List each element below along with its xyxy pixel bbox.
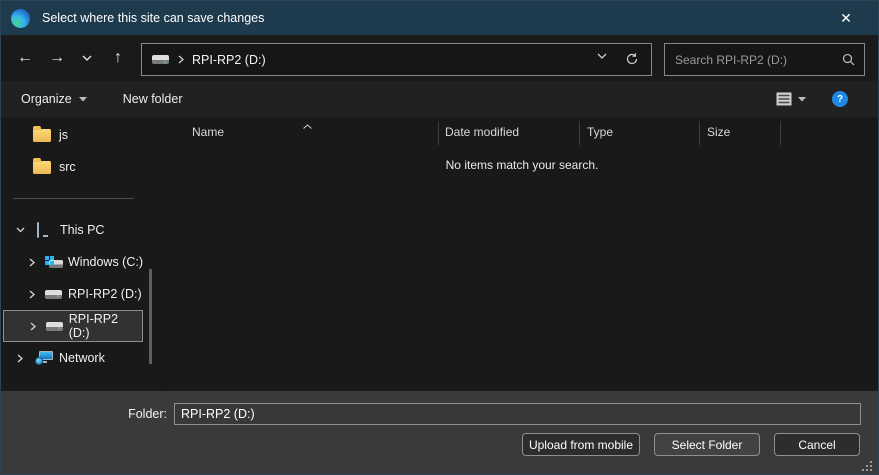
sidebar-item-src[interactable]: src [1,151,147,183]
resize-grip[interactable] [862,461,872,471]
sidebar-item-label: Network [59,351,105,365]
address-dropdown-icon[interactable] [597,53,607,59]
sidebar-item-windows-c[interactable]: Windows (C:) [1,246,147,278]
select-folder-button[interactable]: Select Folder [654,433,760,456]
file-list-pane: Name Date modified Type Size No items ma… [162,117,878,391]
network-icon [35,351,53,365]
sidebar-item-js[interactable]: js [1,119,147,151]
new-folder-label: New folder [123,92,183,106]
drive-icon [152,55,169,64]
windows-drive-icon [45,256,63,269]
new-folder-button[interactable]: New folder [123,92,183,106]
column-divider[interactable] [780,121,781,145]
recent-locations-chevron-icon[interactable] [77,46,97,70]
sidebar-item-label: js [59,128,68,142]
file-dialog-window: Select where this site can save changes … [0,0,879,475]
organize-menu[interactable]: Organize [21,92,87,106]
sidebar-item-rpi-rp2-selected[interactable]: RPI-RP2 (D:) [3,310,143,342]
chevron-right-icon[interactable] [28,322,38,331]
sort-ascending-icon [303,118,312,132]
cancel-button[interactable]: Cancel [774,433,860,456]
breadcrumb[interactable]: RPI-RP2 (D:) [192,53,266,67]
column-divider[interactable] [438,121,439,145]
folder-icon [33,161,51,174]
drive-icon [45,290,62,299]
folder-name-input[interactable] [174,403,861,425]
sidebar-item-rpi-rp2[interactable]: RPI-RP2 (D:) [1,278,147,310]
empty-results-message: No items match your search. [163,158,879,172]
edge-logo-icon [11,9,30,28]
sidebar-item-label: src [59,160,76,174]
upload-from-mobile-button[interactable]: Upload from mobile [522,433,640,456]
column-header-type[interactable]: Type [587,125,613,139]
close-button[interactable]: ✕ [831,1,861,35]
back-icon[interactable]: ← [13,46,37,70]
organize-dropdown-icon [79,97,87,102]
column-header-date-modified[interactable]: Date modified [445,125,519,139]
dialog-title: Select where this site can save changes [42,11,264,25]
column-divider[interactable] [579,121,580,145]
search-icon [842,53,855,66]
column-header-size[interactable]: Size [707,125,730,139]
sidebar-divider [13,198,134,199]
drive-icon [46,322,63,331]
sidebar-item-label: Windows (C:) [68,255,143,269]
sidebar-item-this-pc[interactable]: This PC [1,214,147,246]
chevron-right-icon[interactable] [27,290,37,299]
up-icon[interactable]: ↑ [106,46,130,70]
sidebar-item-label: RPI-RP2 (D:) [69,312,142,340]
command-toolbar: Organize New folder ? [1,81,878,117]
sidebar-item-label: RPI-RP2 (D:) [68,287,142,301]
address-bar[interactable]: RPI-RP2 (D:) [141,43,652,76]
breadcrumb-chevron-icon [178,55,184,64]
help-button[interactable]: ? [832,91,848,107]
chevron-right-icon[interactable] [27,258,37,267]
refresh-icon[interactable] [625,52,639,66]
title-bar: Select where this site can save changes … [1,1,878,35]
forward-icon[interactable]: → [45,46,69,70]
organize-label: Organize [21,92,72,106]
sidebar-item-label: This PC [60,223,104,237]
chevron-right-icon[interactable] [15,354,25,363]
column-divider[interactable] [699,121,700,145]
sidebar-item-network[interactable]: Network [1,342,147,374]
footer-bar: Folder: Upload from mobile Select Folder… [1,391,878,475]
navigation-pane: js src This PC [1,117,161,391]
views-dropdown-icon [798,97,806,102]
folder-field-label: Folder: [1,403,167,425]
views-icon [776,92,792,106]
folder-icon [33,129,51,142]
sidebar-scrollbar[interactable] [149,269,152,364]
column-header-name[interactable]: Name [192,125,224,139]
views-menu[interactable] [776,92,806,106]
search-box [664,43,865,76]
column-headers: Name Date modified Type Size [163,117,878,147]
main-area: js src This PC [1,117,878,391]
navigation-bar: ← → ↑ RPI-RP2 (D:) [1,35,878,81]
chevron-down-icon[interactable] [15,227,25,233]
this-pc-icon [37,223,54,237]
search-input[interactable] [665,53,842,67]
